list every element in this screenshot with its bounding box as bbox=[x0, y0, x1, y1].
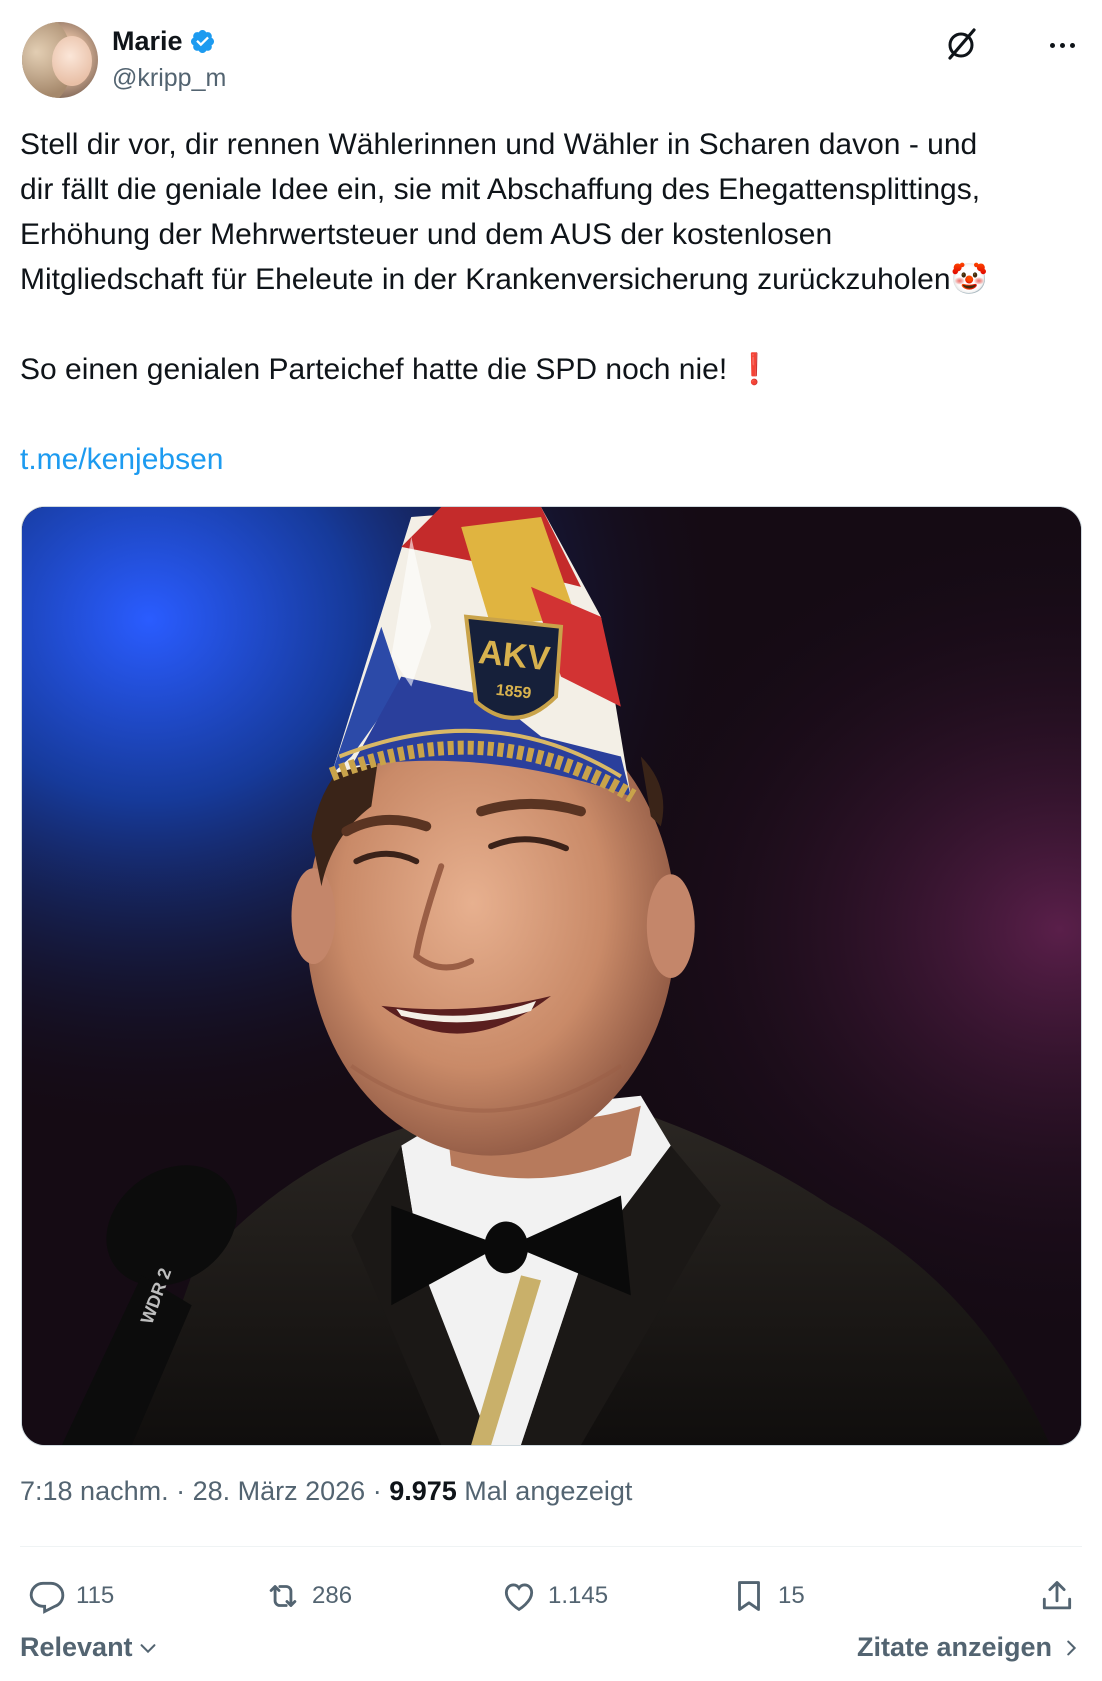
like-button[interactable]: 1.145 bbox=[500, 1566, 608, 1626]
divider bbox=[20, 1546, 1082, 1547]
tweet-line-2: dir fällt die geniale Idee ein, sie mit … bbox=[20, 173, 981, 206]
action-bar: 115 286 1.145 15 bbox=[20, 1566, 1082, 1626]
tweet-link[interactable]: t.me/kenjebsen bbox=[20, 443, 223, 476]
view-quotes-link[interactable]: Zitate anzeigen bbox=[857, 1632, 1082, 1663]
exclamation-emoji: ❗ bbox=[735, 353, 773, 386]
bookmark-icon bbox=[738, 1581, 760, 1611]
bookmark-button[interactable]: 15 bbox=[730, 1566, 805, 1626]
reply-button[interactable]: 115 bbox=[28, 1566, 114, 1626]
tweet-line-3: Erhöhung der Mehrwertsteuer und dem AUS … bbox=[20, 218, 833, 251]
tweet-second-paragraph: So einen genialen Parteichef hatte die S… bbox=[20, 347, 1090, 392]
photo-illustration: AKV 1859 WDR 2 bbox=[22, 507, 1081, 1445]
replies-footer: Relevant Zitate anzeigen bbox=[20, 1632, 1082, 1672]
grok-icon[interactable] bbox=[942, 24, 982, 64]
tweet-line-4-text: Mitgliedschaft für Eheleute in der Krank… bbox=[20, 263, 951, 296]
tweet-header: Marie @kripp_m bbox=[22, 22, 1084, 102]
tweet-meta: 7:18 nachm. · 28. März 2026 · 9.975 Mal … bbox=[20, 1476, 633, 1506]
reply-icon bbox=[29, 1581, 65, 1614]
tweet-line-1: Stell dir vor, dir rennen Wählerinnen un… bbox=[20, 128, 978, 161]
views-count: 9.975 bbox=[389, 1476, 457, 1506]
tweet-date[interactable]: 28. März 2026 bbox=[193, 1476, 366, 1506]
like-count: 1.145 bbox=[548, 1582, 609, 1609]
sort-dropdown[interactable]: Relevant bbox=[20, 1632, 159, 1663]
hat-badge-text: AKV bbox=[477, 633, 553, 678]
more-icon[interactable] bbox=[1042, 28, 1082, 62]
handle[interactable]: @kripp_m bbox=[112, 64, 226, 93]
verified-icon[interactable] bbox=[189, 28, 216, 55]
chevron-right-icon bbox=[1067, 1640, 1077, 1655]
tweet-time[interactable]: 7:18 nachm. bbox=[20, 1476, 169, 1506]
repost-count: 286 bbox=[312, 1582, 353, 1609]
avatar[interactable] bbox=[22, 22, 98, 98]
quotes-label: Zitate anzeigen bbox=[856, 1632, 1052, 1662]
views-label: Mal angezeigt bbox=[464, 1476, 633, 1506]
repost-icon bbox=[269, 1585, 297, 1607]
reply-count: 115 bbox=[76, 1582, 115, 1609]
like-icon bbox=[504, 1583, 534, 1612]
tweet-image[interactable]: AKV 1859 WDR 2 bbox=[21, 506, 1082, 1446]
share-button[interactable] bbox=[1038, 1566, 1076, 1626]
name-row: Marie bbox=[112, 26, 216, 57]
clown-emoji: 🤡 bbox=[950, 263, 988, 296]
sort-label: Relevant bbox=[20, 1632, 133, 1662]
share-icon bbox=[1042, 1581, 1072, 1610]
bookmark-count: 15 bbox=[778, 1582, 805, 1609]
second-paragraph-text: So einen genialen Parteichef hatte die S… bbox=[20, 353, 728, 386]
tweet-text: Stell dir vor, dir rennen Wählerinnen un… bbox=[20, 122, 1090, 482]
avatar-face bbox=[52, 36, 92, 86]
tweet-line-4: Mitgliedschaft für Eheleute in der Krank… bbox=[20, 257, 1090, 302]
display-name[interactable]: Marie bbox=[112, 26, 183, 57]
chevron-down-icon bbox=[140, 1643, 155, 1653]
repost-button[interactable]: 286 bbox=[264, 1566, 352, 1626]
